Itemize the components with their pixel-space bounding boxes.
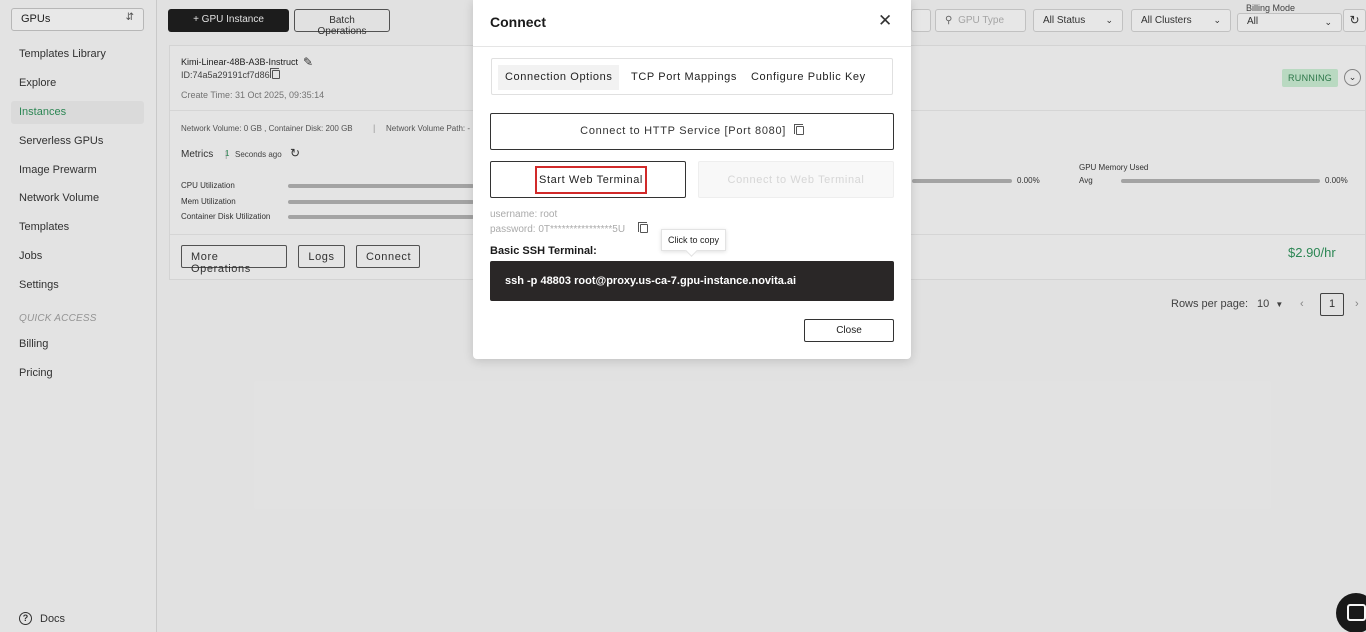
ssh-command-box[interactable]: ssh -p 48803 root@proxy.us-ca-7.gpu-inst… <box>490 261 894 301</box>
http-button-label: Connect to HTTP Service [Port 8080] <box>580 125 787 137</box>
connect-modal: Connect ✕ Connection Options TCP Port Ma… <box>473 0 911 359</box>
modal-divider <box>473 46 911 47</box>
password-line: password: 0T****************5U <box>490 224 626 235</box>
tab-configure-public-key[interactable]: Configure Public Key <box>744 65 873 90</box>
tab-connection-options[interactable]: Connection Options <box>498 65 620 90</box>
connect-web-terminal-button: Connect to Web Terminal <box>698 161 894 198</box>
copy-icon <box>793 124 804 135</box>
ssh-title: Basic SSH Terminal: <box>490 245 597 257</box>
connection-tabs: Connection Options TCP Port Mappings Con… <box>491 58 893 95</box>
username-line: username: root <box>490 209 558 220</box>
start-web-terminal-label: Start Web Terminal <box>535 166 647 194</box>
tab-tcp-port-mappings[interactable]: TCP Port Mappings <box>624 65 744 90</box>
close-icon[interactable]: ✕ <box>878 12 892 29</box>
modal-title: Connect <box>490 14 546 30</box>
copy-icon-shape <box>638 222 648 233</box>
copy-password-icon[interactable] <box>634 222 648 235</box>
copy-tooltip: Click to copy <box>661 229 727 251</box>
close-button[interactable]: Close <box>804 319 894 342</box>
start-web-terminal-button[interactable]: Start Web Terminal <box>490 161 686 198</box>
connect-http-service-button[interactable]: Connect to HTTP Service [Port 8080] <box>490 113 894 150</box>
